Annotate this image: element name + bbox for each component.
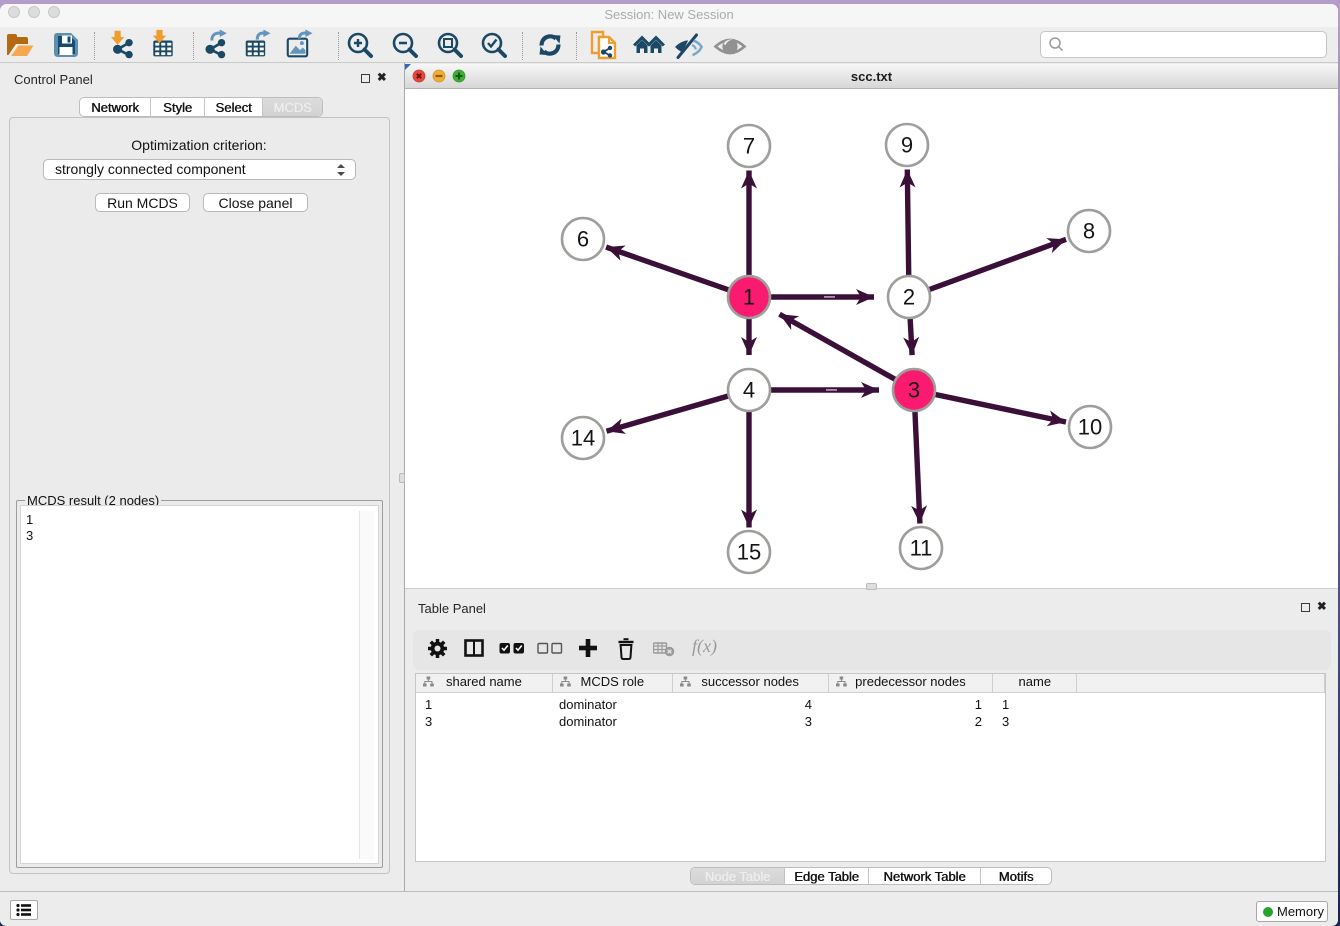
svg-text:1: 1 xyxy=(743,285,755,310)
svg-text:14: 14 xyxy=(571,426,595,451)
svg-text:10: 10 xyxy=(1078,415,1102,440)
svg-text:15: 15 xyxy=(737,540,761,565)
svg-text:11: 11 xyxy=(910,536,933,561)
svg-text:2: 2 xyxy=(903,285,915,310)
svg-text:4: 4 xyxy=(743,378,755,403)
svg-text:6: 6 xyxy=(577,227,589,252)
svg-text:7: 7 xyxy=(743,134,755,159)
svg-text:3: 3 xyxy=(908,378,920,403)
svg-text:8: 8 xyxy=(1083,219,1095,244)
svg-text:9: 9 xyxy=(901,133,913,158)
